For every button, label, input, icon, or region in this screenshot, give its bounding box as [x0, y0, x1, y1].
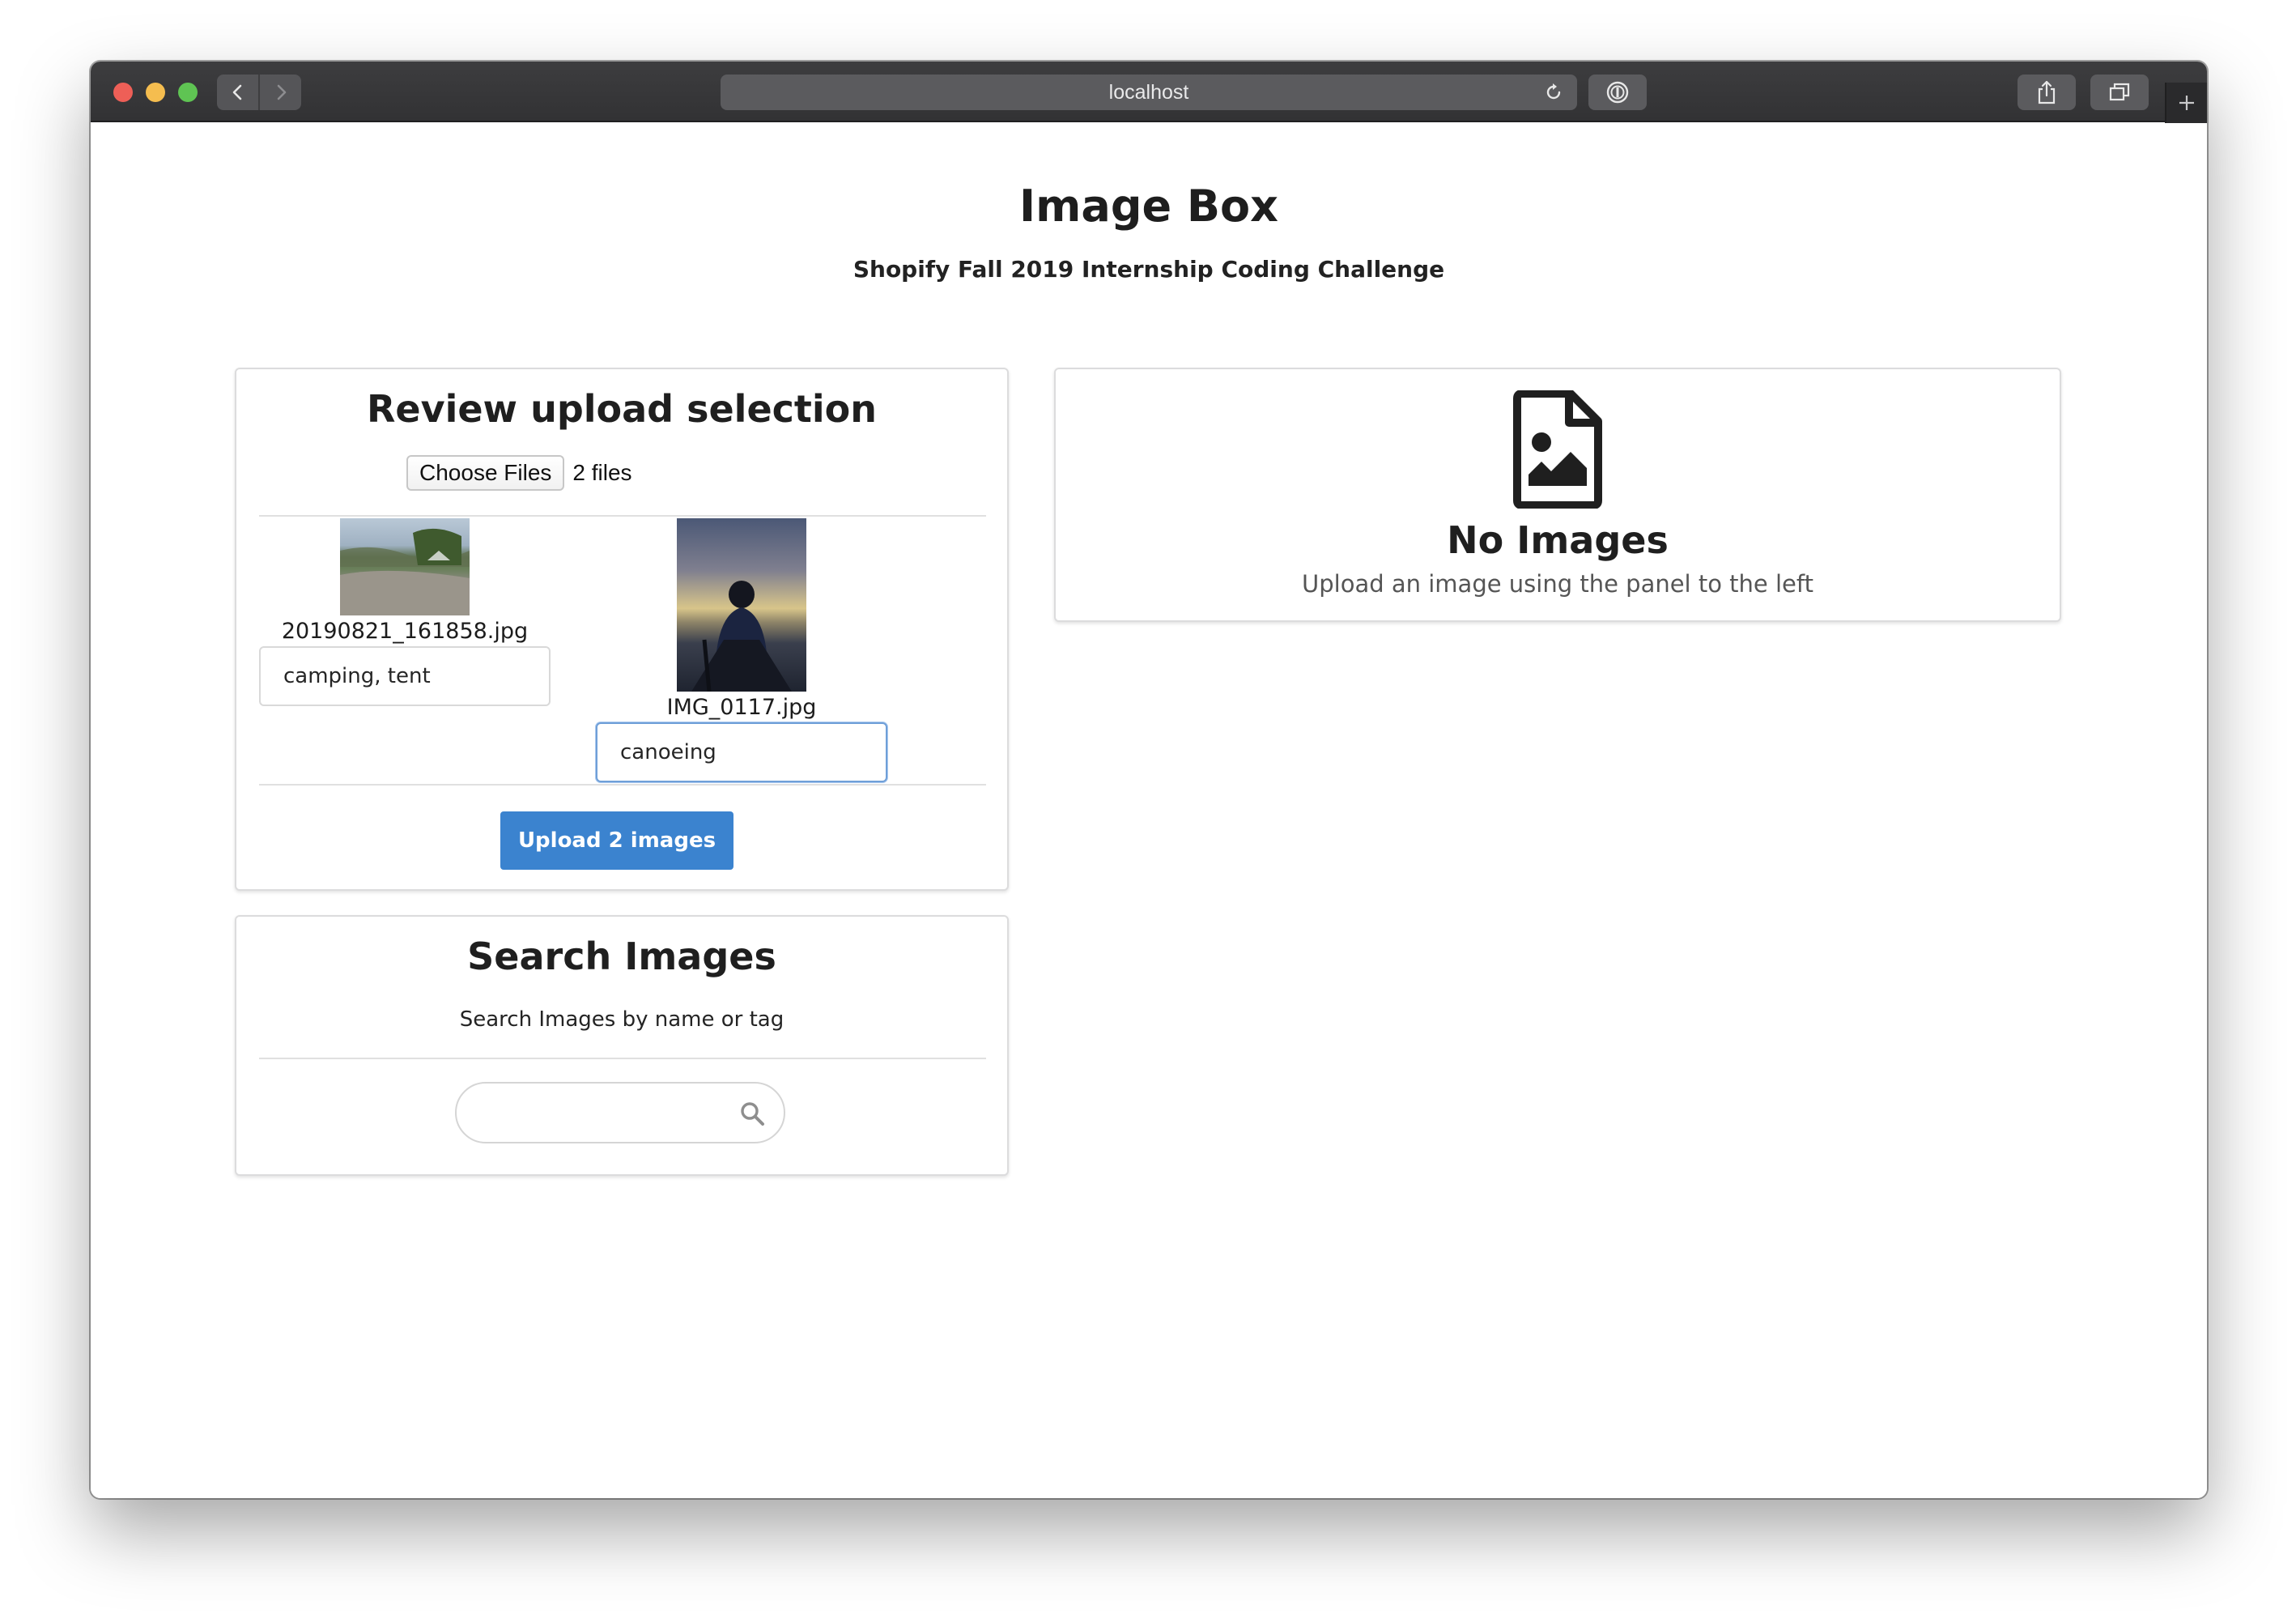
plus-icon — [2179, 96, 2194, 110]
empty-state-title: No Images — [1447, 518, 1669, 562]
image-thumbnail — [677, 518, 806, 692]
tags-input[interactable] — [596, 722, 887, 782]
address-bar[interactable]: localhost — [721, 75, 1577, 110]
share-icon — [2038, 80, 2056, 104]
choose-files-button[interactable]: Choose Files — [406, 455, 565, 491]
back-button[interactable] — [217, 75, 260, 110]
page-content: Image Box Shopify Fall 2019 Internship C… — [91, 123, 2207, 1498]
gallery-panel: No Images Upload an image using the pane… — [1054, 368, 2061, 622]
upload-panel-heading: Review upload selection — [366, 387, 878, 431]
page-subtitle: Shopify Fall 2019 Internship Coding Chal… — [852, 256, 1445, 283]
forward-button[interactable] — [260, 75, 301, 110]
search-panel-heading: Search Images — [467, 935, 776, 978]
navigation-buttons — [217, 75, 301, 110]
chevron-left-icon — [232, 84, 241, 100]
campsite-photo — [340, 528, 470, 615]
upload-panel: Review upload selection Choose Files 2 f… — [235, 368, 1009, 891]
files-count: 2 files — [572, 460, 632, 485]
search-box — [455, 1082, 785, 1143]
password-manager-icon — [1606, 81, 1629, 104]
page-title: Image Box — [1019, 181, 1278, 232]
browser-window: localhost Image Box Shopify Fall 2019 In… — [91, 62, 2207, 1498]
browser-toolbar: localhost — [91, 62, 2207, 123]
canoe-photo — [691, 581, 792, 692]
tabs-overview-icon — [2109, 83, 2130, 101]
file-image-icon — [1513, 390, 1602, 509]
zoom-window-button[interactable] — [178, 83, 198, 102]
reload-icon[interactable] — [1543, 82, 1564, 103]
new-tab-button[interactable] — [2165, 83, 2207, 123]
image-filename: 20190821_161858.jpg — [281, 619, 529, 644]
search-icon[interactable] — [738, 1100, 766, 1127]
password-manager-button[interactable] — [1588, 75, 1647, 110]
chevron-right-icon — [277, 84, 286, 100]
image-thumbnail — [340, 518, 470, 615]
divider — [259, 1058, 986, 1059]
tags-input[interactable] — [259, 646, 551, 706]
search-description: Search Images by name or tag — [459, 1007, 784, 1032]
image-filename: IMG_0117.jpg — [666, 695, 817, 720]
search-panel: Search Images Search Images by name or t… — [235, 915, 1009, 1176]
empty-state-description: Upload an image using the panel to the l… — [1302, 570, 1813, 598]
show-tabs-button[interactable] — [2090, 75, 2149, 110]
divider — [259, 784, 986, 786]
close-window-button[interactable] — [113, 83, 133, 102]
minimize-window-button[interactable] — [146, 83, 165, 102]
upload-button[interactable]: Upload 2 images — [500, 811, 733, 870]
file-picker: Choose Files 2 files — [406, 455, 632, 491]
share-button[interactable] — [2018, 75, 2076, 110]
address-bar-url: localhost — [1108, 80, 1189, 104]
search-input[interactable] — [476, 1090, 719, 1135]
divider — [259, 515, 986, 517]
